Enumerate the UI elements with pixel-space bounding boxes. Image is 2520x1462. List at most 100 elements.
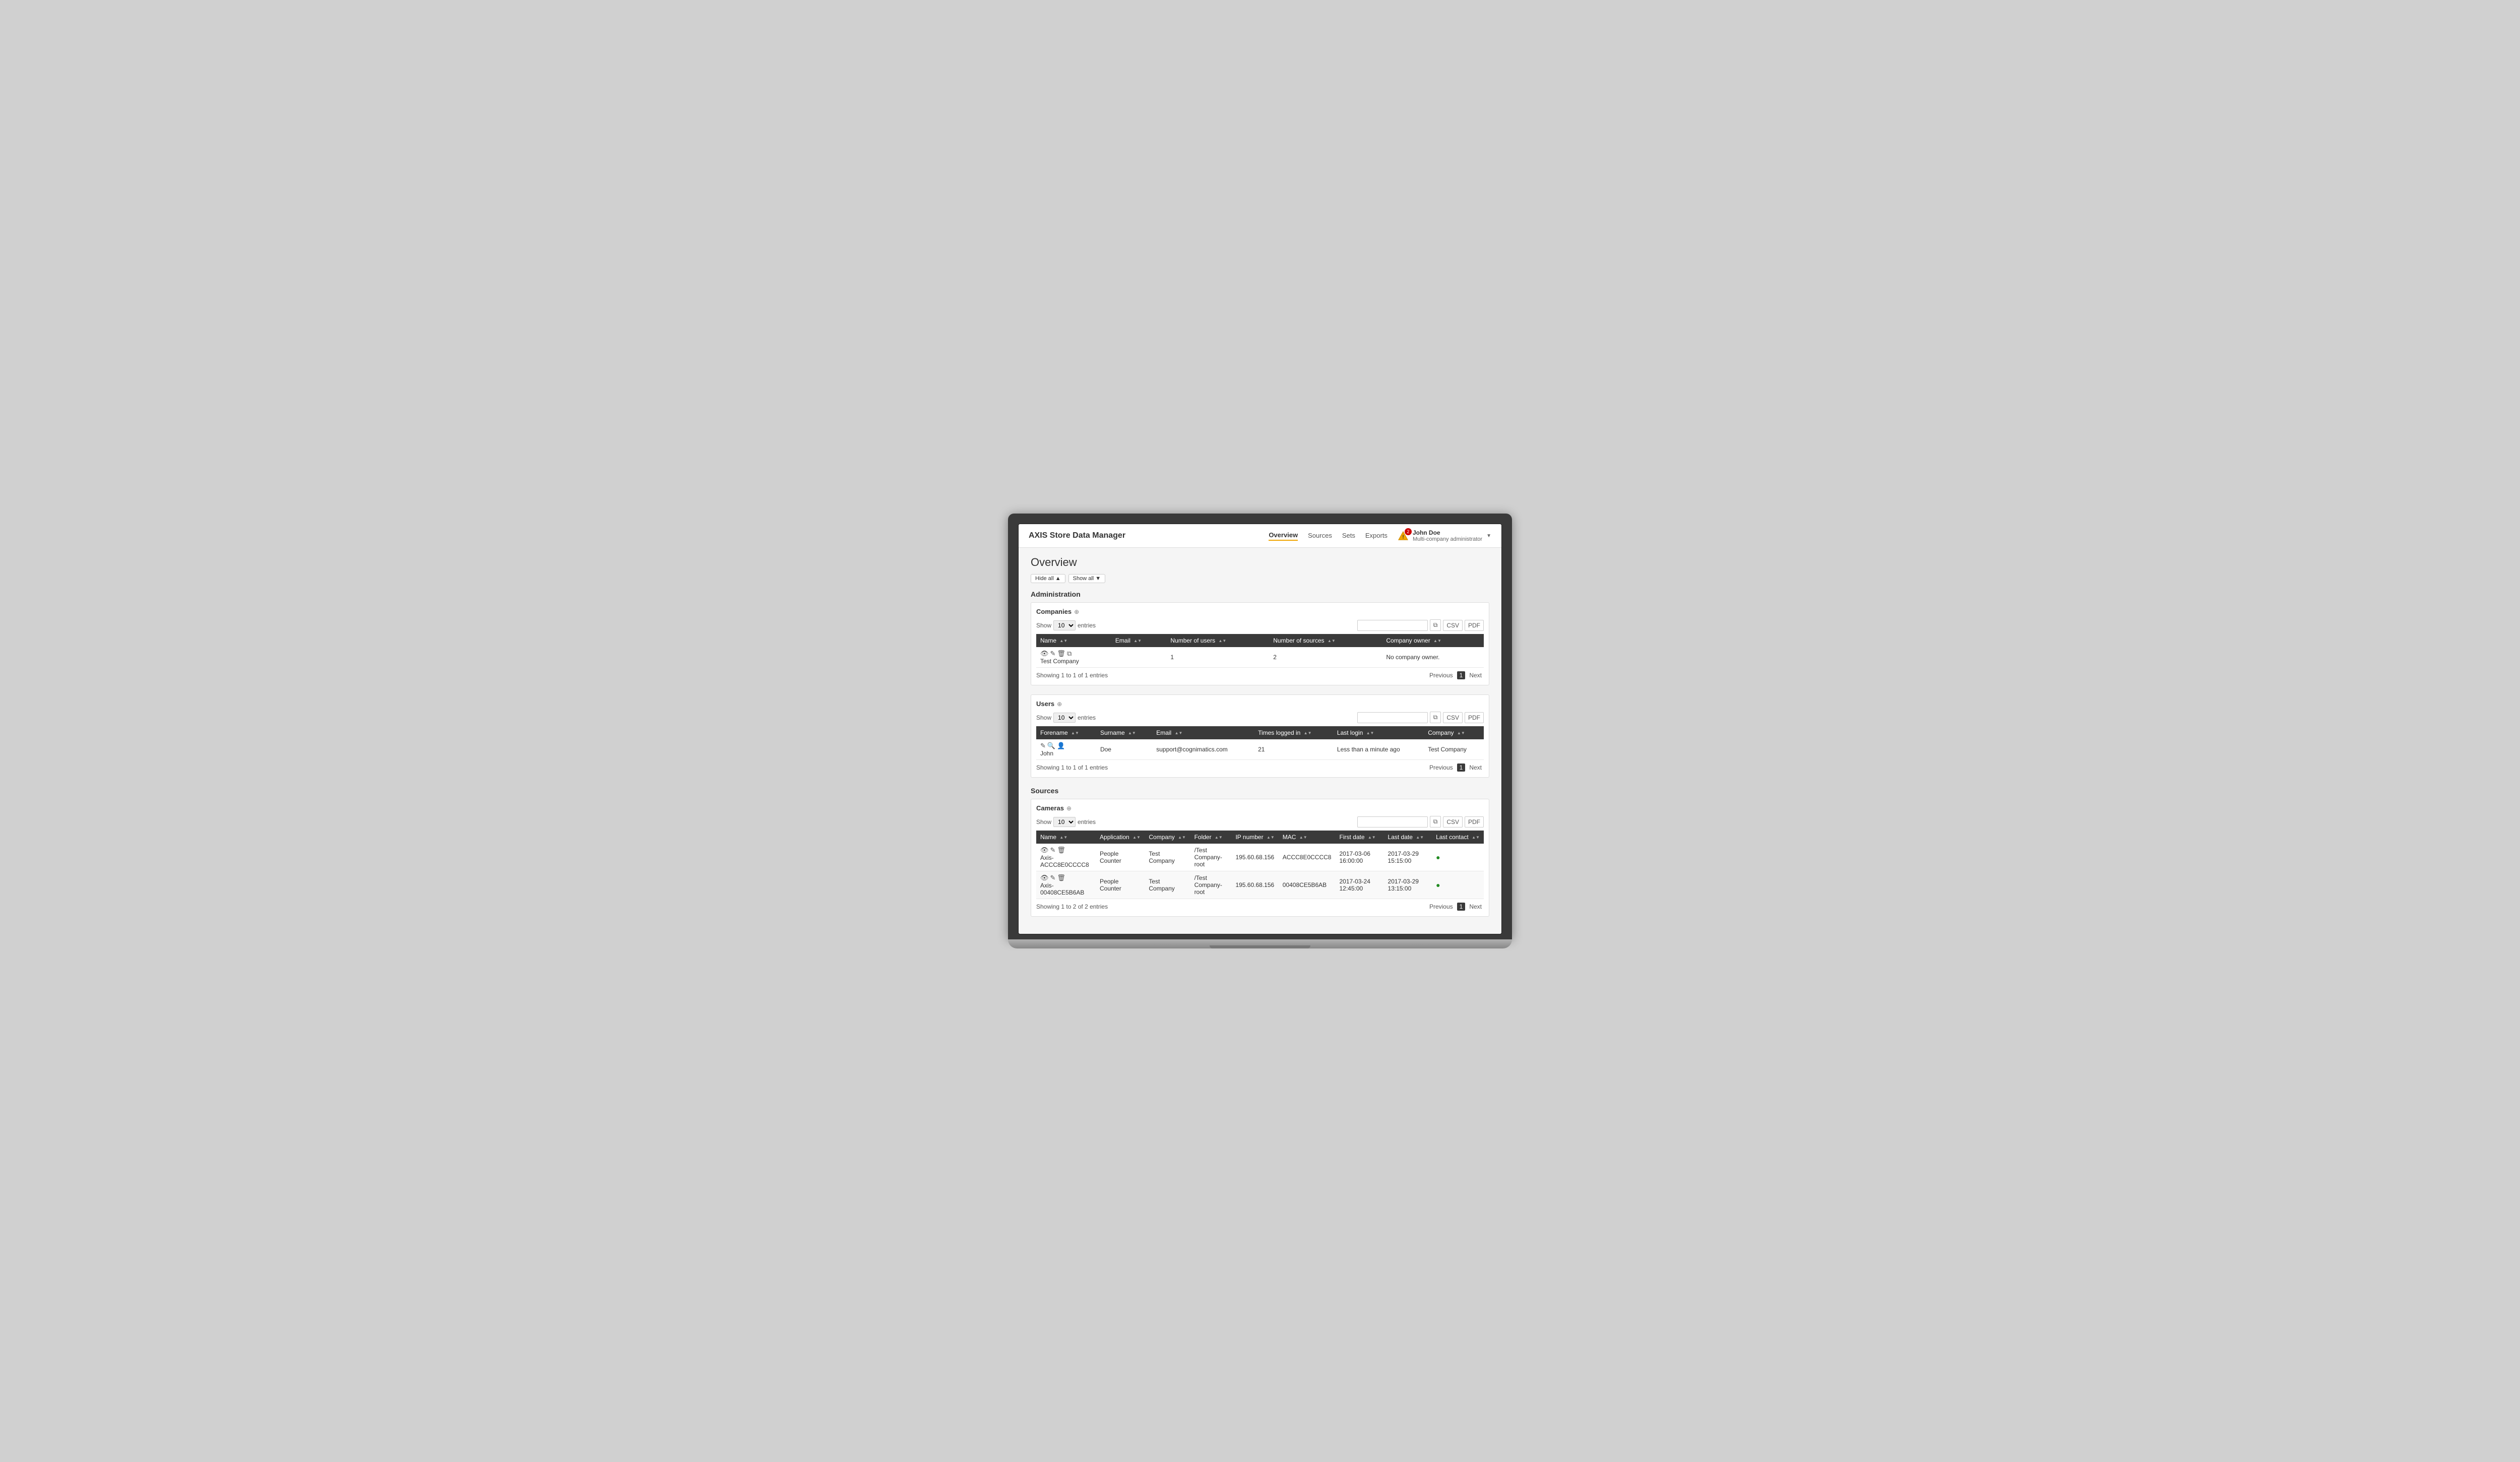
cam-2-view-icon[interactable]: 👁 [1040,874,1049,882]
nav-overview[interactable]: Overview [1269,531,1298,541]
hide-all-button[interactable]: Hide all ▲ [1031,574,1065,583]
companies-page-1-button[interactable]: 1 [1457,671,1466,679]
cameras-page-1-button[interactable]: 1 [1457,903,1466,911]
users-prev-button[interactable]: Previous [1427,763,1455,772]
cameras-search-input[interactable] [1357,816,1428,828]
cam-2-name: Axis-00408CE5B6AB [1040,882,1084,896]
cameras-table-actions: ⧉ CSV PDF [1357,816,1484,828]
view-icon[interactable]: 👁 [1040,650,1049,658]
surname-sort-icon[interactable]: ▲▼ [1128,731,1136,735]
owner-sort-icon[interactable]: ▲▼ [1433,639,1441,643]
cam-ip-sort-icon[interactable]: ▲▼ [1267,836,1275,840]
user-edit-icon[interactable]: ✎ [1040,742,1046,750]
cam-mac-sort-icon[interactable]: ▲▼ [1299,836,1307,840]
edit-icon[interactable]: ✎ [1050,650,1056,658]
companies-search-input[interactable] [1357,620,1428,631]
cameras-show-entries: Show 10 25 50 entries [1036,817,1096,827]
cam-1-status-ok-icon: ● [1436,853,1440,861]
companies-entries-select[interactable]: 10 25 50 [1053,620,1076,630]
cameras-prev-button[interactable]: Previous [1427,902,1455,911]
user-email-sort-icon[interactable]: ▲▼ [1175,731,1183,735]
laptop-container: AXIS Store Data Manager Overview Sources… [1008,514,1512,948]
user-person-icon[interactable]: 👤 [1057,742,1065,750]
cameras-col-first-date: First date ▲▼ [1335,831,1383,844]
companies-col-num-users: Number of users ▲▼ [1166,634,1269,647]
user-dropdown-arrow[interactable]: ▼ [1486,533,1491,539]
users-info-icon[interactable]: ⊕ [1057,701,1062,708]
times-logged-sort-icon[interactable]: ▲▼ [1304,731,1312,735]
delete-icon[interactable]: 🗑 [1057,650,1065,658]
cameras-entries-select[interactable]: 10 25 50 [1053,817,1076,827]
users-entries-label: entries [1078,714,1096,721]
cam-name-sort-icon[interactable]: ▲▼ [1059,836,1067,840]
companies-subsection: Companies ⊕ Show 10 25 50 entries [1031,602,1489,685]
users-title: Users [1036,700,1054,708]
companies-next-button[interactable]: Next [1467,671,1484,680]
companies-col-owner: Company owner ▲▼ [1382,634,1484,647]
cam-company-sort-icon[interactable]: ▲▼ [1178,836,1186,840]
cameras-next-button[interactable]: Next [1467,902,1484,911]
cameras-copy-button[interactable]: ⧉ [1430,816,1441,828]
cam-folder-sort-icon[interactable]: ▲▼ [1215,836,1223,840]
companies-col-num-sources: Number of sources ▲▼ [1269,634,1382,647]
cam-1-folder: /Test Company-root [1190,844,1232,871]
last-login-sort-icon[interactable]: ▲▼ [1366,731,1374,735]
cam-first-date-sort-icon[interactable]: ▲▼ [1368,836,1376,840]
num-users-sort-icon[interactable]: ▲▼ [1218,639,1226,643]
companies-copy-button[interactable]: ⧉ [1430,619,1441,631]
users-page-1-button[interactable]: 1 [1457,764,1466,772]
email-sort-icon[interactable]: ▲▼ [1133,639,1142,643]
company-email [1111,647,1167,668]
companies-csv-button[interactable]: CSV [1443,620,1463,631]
cameras-info-icon[interactable]: ⊕ [1066,805,1072,812]
show-all-button[interactable]: Show all ▼ [1068,574,1106,583]
alert-icon[interactable]: ! 2 [1398,530,1409,541]
users-csv-button[interactable]: CSV [1443,712,1463,723]
nav-sets[interactable]: Sets [1342,532,1355,540]
page-title: Overview [1031,556,1489,569]
nav-sources[interactable]: Sources [1308,532,1332,540]
svg-text:!: ! [1402,535,1404,540]
administration-section-title: Administration [1031,590,1489,598]
companies-prev-button[interactable]: Previous [1427,671,1455,680]
main-content: Overview Hide all ▲ Show all ▼ Administr… [1019,548,1501,934]
users-tbody: ✎ 🔍 👤 John Doe support@cognimatics.com 2… [1036,739,1484,760]
name-sort-icon[interactable]: ▲▼ [1059,639,1067,643]
company-owner: No company owner. [1382,647,1484,668]
laptop-base [1008,939,1512,948]
cam-last-date-sort-icon[interactable]: ▲▼ [1416,836,1424,840]
cameras-pagination: Showing 1 to 2 of 2 entries Previous 1 N… [1036,902,1484,911]
cam-2-delete-icon[interactable]: 🗑 [1057,874,1065,882]
screen-bezel: AXIS Store Data Manager Overview Sources… [1008,514,1512,939]
companies-table-controls: Show 10 25 50 entries ⧉ CSV [1036,619,1484,631]
cam-2-folder: /Test Company-root [1190,871,1232,899]
users-col-email: Email ▲▼ [1152,726,1254,739]
users-table-actions: ⧉ CSV PDF [1357,712,1484,723]
users-next-button[interactable]: Next [1467,763,1484,772]
users-search-input[interactable] [1357,712,1428,723]
nav-exports[interactable]: Exports [1365,532,1388,540]
cam-1-view-icon[interactable]: 👁 [1040,846,1049,854]
company-num-users: 1 [1166,647,1269,668]
cam-last-contact-sort-icon[interactable]: ▲▼ [1472,836,1480,840]
export-icon[interactable]: ⧉ [1067,650,1072,658]
cam-1-delete-icon[interactable]: 🗑 [1057,846,1065,854]
users-copy-button[interactable]: ⧉ [1430,712,1441,723]
num-sources-sort-icon[interactable]: ▲▼ [1328,639,1336,643]
cam-2-edit-icon[interactable]: ✎ [1050,874,1056,882]
forename-sort-icon[interactable]: ▲▼ [1071,731,1079,735]
companies-pdf-button[interactable]: PDF [1465,620,1484,631]
cam-2-last-date: 2017-03-29 13:15:00 [1384,871,1432,899]
cam-app-sort-icon[interactable]: ▲▼ [1132,836,1141,840]
cameras-csv-button[interactable]: CSV [1443,816,1463,828]
user-search-icon[interactable]: 🔍 [1047,742,1055,750]
user-company-sort-icon[interactable]: ▲▼ [1457,731,1465,735]
user-row-actions: ✎ 🔍 👤 [1040,742,1092,750]
cam-2-first-date: 2017-03-24 12:45:00 [1335,871,1383,899]
cameras-pdf-button[interactable]: PDF [1465,816,1484,828]
companies-info-icon[interactable]: ⊕ [1074,608,1079,615]
company-num-sources: 2 [1269,647,1382,668]
users-pdf-button[interactable]: PDF [1465,712,1484,723]
cam-1-edit-icon[interactable]: ✎ [1050,846,1056,854]
users-entries-select[interactable]: 10 25 50 [1053,713,1076,723]
